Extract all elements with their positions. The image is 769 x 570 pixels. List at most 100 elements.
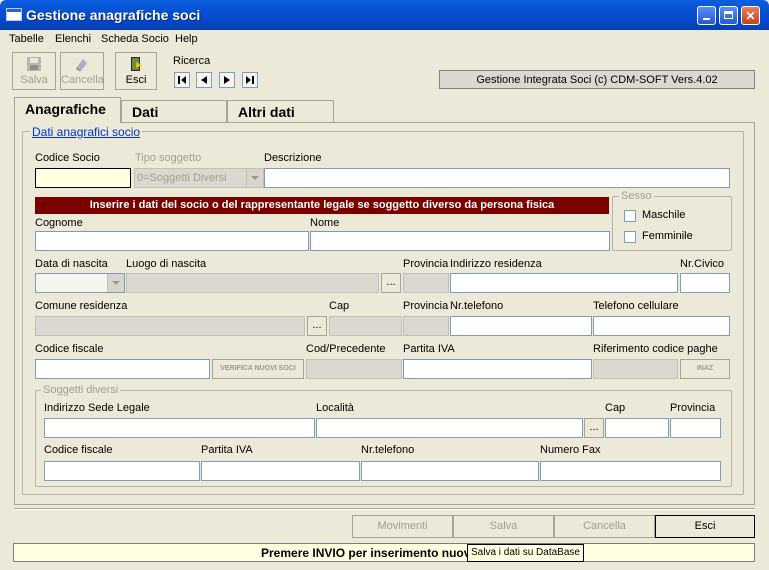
nome-input[interactable] xyxy=(310,231,610,251)
verifica-nuovi-soci-button[interactable]: VERIFICA NUOVI SOCI xyxy=(212,359,304,379)
tooltip: Salva i dati su DataBase xyxy=(467,544,584,562)
minimize-button[interactable] xyxy=(697,6,716,25)
cancella-button[interactable]: Cancella xyxy=(554,515,655,538)
esci-button[interactable]: Esci xyxy=(655,515,755,538)
femminile-checkbox[interactable] xyxy=(624,231,636,243)
luogo-nascita-browse-button[interactable]: ... xyxy=(381,273,401,293)
ricerca-label: Ricerca xyxy=(173,55,211,67)
toolbar-salva-button[interactable]: Salva xyxy=(12,52,56,90)
menu-elenchi[interactable]: Elenchi xyxy=(55,33,91,45)
telefono-cellulare-input[interactable] xyxy=(593,316,730,336)
localita-input[interactable] xyxy=(316,418,583,438)
partita-iva-input[interactable] xyxy=(403,359,592,379)
indirizzo-residenza-input[interactable] xyxy=(450,273,678,293)
cognome-label: Cognome xyxy=(35,217,83,229)
indirizzo-sede-label: Indirizzo Sede Legale xyxy=(44,402,150,414)
partita-iva-label: Partita IVA xyxy=(403,343,455,355)
data-nascita-label: Data di nascita xyxy=(35,258,108,270)
codice-socio-input[interactable] xyxy=(35,168,131,188)
app-icon xyxy=(6,8,22,21)
tab-dati-contabili[interactable]: Dati contabili xyxy=(121,100,227,142)
sesso-label: Sesso xyxy=(619,190,654,202)
soggetti-diversi-title: Soggetti diversi xyxy=(41,384,121,396)
exit-door-icon xyxy=(128,56,144,72)
menu-scheda-socio[interactable]: Scheda Socio xyxy=(101,33,169,45)
localita-browse-button[interactable]: ... xyxy=(584,418,604,438)
menu-tabelle[interactable]: Tabelle xyxy=(9,33,44,45)
toolbar-esci-button[interactable]: Esci xyxy=(115,52,157,90)
riferimento-paghe-label: Riferimento codice paghe xyxy=(593,343,718,355)
maschile-checkbox[interactable] xyxy=(624,210,636,222)
close-icon: ✕ xyxy=(745,9,756,23)
riferimento-paghe-input[interactable] xyxy=(593,359,678,379)
provincia-nascita-label: Provincia xyxy=(403,258,449,270)
cod-precedente-input[interactable] xyxy=(306,359,402,379)
tipo-soggetto-select[interactable]: 0=Soggetti Diversi xyxy=(134,168,264,188)
tipo-soggetto-label: Tipo soggetto xyxy=(135,152,202,164)
data-nascita-select[interactable] xyxy=(35,273,125,293)
descrizione-input[interactable] xyxy=(264,168,730,188)
sede-codice-fiscale-label: Codice fiscale xyxy=(44,444,113,456)
chevron-down-icon xyxy=(246,169,263,187)
first-record-icon xyxy=(178,76,186,84)
nav-last-button[interactable] xyxy=(242,72,258,88)
close-button[interactable]: ✕ xyxy=(741,6,760,25)
luogo-nascita-label: Luogo di nascita xyxy=(126,258,207,270)
provincia-residenza-label: Provincia xyxy=(403,300,449,312)
tab-anagrafiche[interactable]: Anagrafiche xyxy=(14,97,121,123)
salva-button[interactable]: Salva xyxy=(453,515,554,538)
nr-civico-input[interactable] xyxy=(680,273,730,293)
cap-input[interactable] xyxy=(329,316,402,336)
sede-cap-label: Cap xyxy=(605,402,626,414)
sede-codice-fiscale-input[interactable] xyxy=(44,461,200,481)
comune-residenza-input[interactable] xyxy=(35,316,305,336)
nav-first-button[interactable] xyxy=(174,72,190,88)
chevron-down-icon xyxy=(107,274,124,292)
maximize-icon xyxy=(724,11,733,19)
tab-altri-dati[interactable]: Altri dati xyxy=(227,100,334,122)
nav-next-button[interactable] xyxy=(219,72,235,88)
status-text: Premere INVIO per inserimento nuov xyxy=(261,546,471,560)
previous-record-icon xyxy=(201,76,207,84)
toolbar-cancella-button[interactable]: Cancella xyxy=(60,52,104,90)
last-record-icon xyxy=(246,76,254,84)
maximize-button[interactable] xyxy=(719,6,738,25)
telefono-cellulare-label: Telefono cellulare xyxy=(593,300,679,312)
indirizzo-residenza-label: Indirizzo residenza xyxy=(450,258,542,270)
info-banner: Inserire i dati del socio o del rapprese… xyxy=(35,197,609,214)
nr-telefono-input[interactable] xyxy=(450,316,592,336)
section-title: Dati anagrafici socio xyxy=(30,125,143,139)
numero-fax-label: Numero Fax xyxy=(540,444,601,456)
version-info: Gestione Integrata Soci (c) CDM-SOFT Ver… xyxy=(439,70,755,89)
codice-fiscale-label: Codice fiscale xyxy=(35,343,104,355)
sede-nr-telefono-input[interactable] xyxy=(361,461,539,481)
comune-browse-button[interactable]: ... xyxy=(307,316,327,336)
sede-provincia-input[interactable] xyxy=(670,418,721,438)
numero-fax-input[interactable] xyxy=(540,461,721,481)
cod-precedente-label: Cod/Precedente xyxy=(306,343,386,355)
provincia-nascita-input[interactable] xyxy=(403,273,449,293)
codice-socio-label: Codice Socio xyxy=(35,152,100,164)
sede-partita-iva-label: Partita IVA xyxy=(201,444,253,456)
indirizzo-sede-input[interactable] xyxy=(44,418,315,438)
movimenti-button[interactable]: Movimenti xyxy=(352,515,453,538)
cap-label: Cap xyxy=(329,300,350,312)
tipo-soggetto-value: 0=Soggetti Diversi xyxy=(137,172,227,184)
window-title: Gestione anagrafiche soci xyxy=(26,7,201,23)
nav-prev-button[interactable] xyxy=(196,72,212,88)
provincia-residenza-input[interactable] xyxy=(403,316,449,336)
separator xyxy=(14,508,755,510)
menu-bar: Tabelle Elenchi Scheda Socio Help xyxy=(0,30,769,48)
codice-fiscale-input[interactable] xyxy=(35,359,210,379)
status-bar: Premere INVIO per inserimento nuov xyxy=(13,543,755,562)
sede-provincia-label: Provincia xyxy=(670,402,716,414)
title-bar: Gestione anagrafiche soci ✕ xyxy=(0,0,769,30)
menu-help[interactable]: Help xyxy=(175,33,198,45)
sede-partita-iva-input[interactable] xyxy=(201,461,360,481)
cognome-input[interactable] xyxy=(35,231,309,251)
sede-cap-input[interactable] xyxy=(605,418,669,438)
localita-label: Località xyxy=(316,402,354,414)
next-record-icon xyxy=(224,76,230,84)
luogo-nascita-input[interactable] xyxy=(126,273,379,293)
inaz-button[interactable]: INAZ xyxy=(680,359,730,379)
